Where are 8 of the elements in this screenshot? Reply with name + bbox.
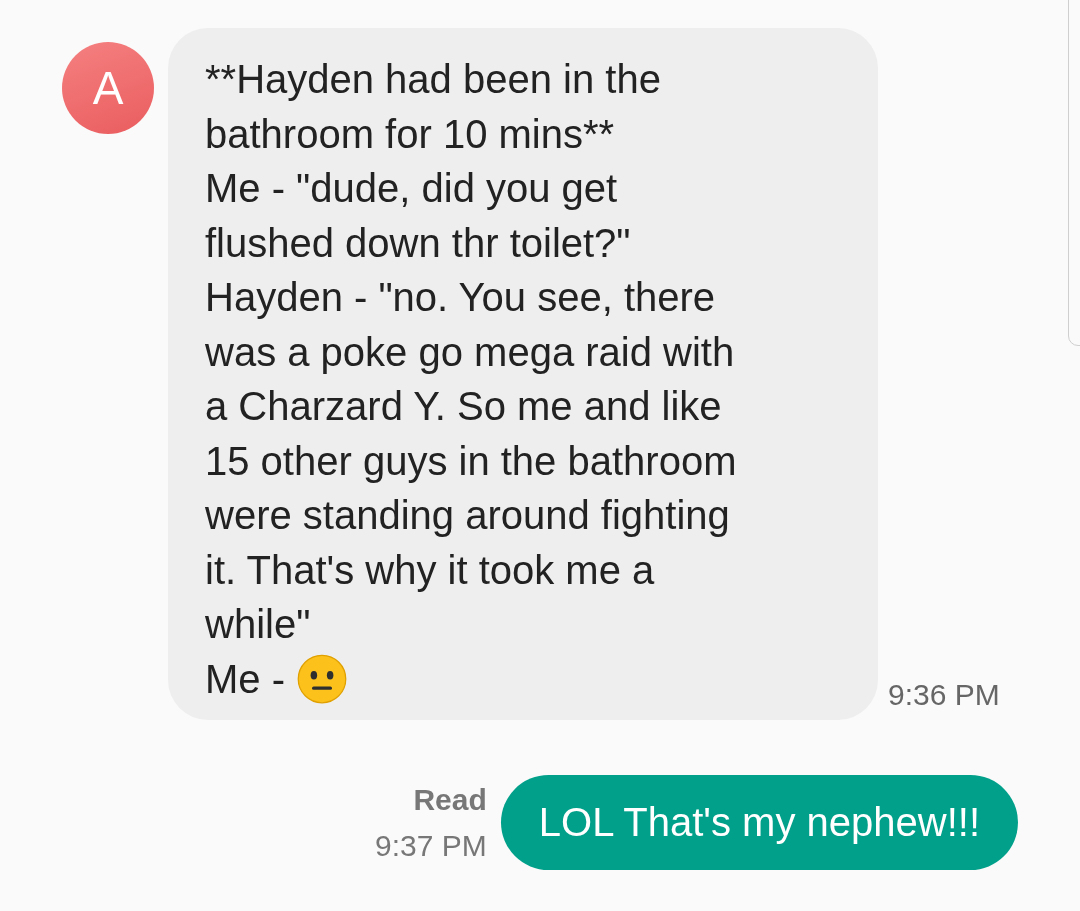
message-time: 9:37 PM: [375, 827, 487, 864]
message-text: **Hayden had been in the bathroom for 10 mins** Me - "dude, did you get flushed down thr toilet?" Hayden - "no. You see, there was a poke go mega raid with a Charzard Y. So me and like 15 other guys in the bathroom were standing around fighting it. That's why it took me a while": [205, 56, 737, 648]
read-status: Read: [413, 781, 487, 818]
message-time: 9:36 PM: [888, 678, 1000, 712]
message-text: Me -: [205, 655, 286, 703]
message-bubble: LOL That's my nephew!!!: [500, 775, 1018, 870]
avatar[interactable]: A: [62, 42, 154, 134]
emoji-icon: [297, 653, 348, 704]
